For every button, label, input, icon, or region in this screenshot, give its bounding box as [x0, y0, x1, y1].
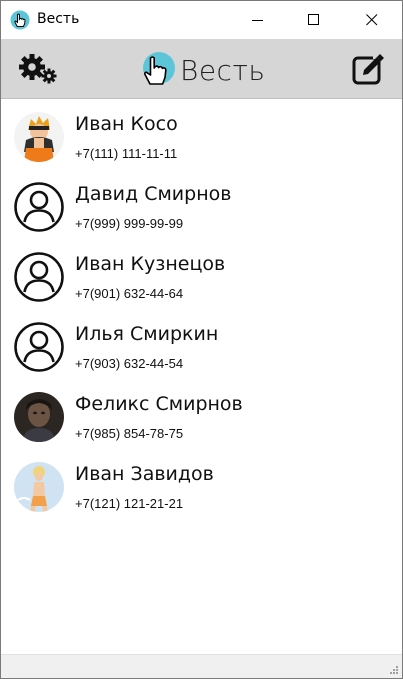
photo-ninja-avatar — [14, 112, 64, 162]
minimize-icon — [252, 20, 263, 21]
close-button[interactable] — [349, 1, 395, 39]
contact-name: Иван Косо — [75, 113, 178, 135]
photo-figure-avatar — [14, 462, 64, 512]
app-window: Весть Весть Иван Косо +7(111) 111-11-11 … — [0, 0, 403, 679]
avatar — [14, 182, 64, 232]
contact-item[interactable]: Иван Завидов +7(121) 121-21-21 — [1, 450, 402, 520]
resize-grip-icon[interactable] — [387, 663, 399, 675]
maximize-icon — [308, 14, 319, 25]
avatar — [14, 252, 64, 302]
contact-item[interactable]: Иван Косо +7(111) 111-11-11 — [1, 100, 402, 170]
default-user-icon — [14, 252, 64, 302]
title-bar: Весть — [1, 1, 402, 39]
hand-pointer-icon — [10, 10, 30, 30]
status-bar — [1, 654, 402, 678]
contact-name: Илья Смиркин — [75, 323, 219, 345]
contact-list: Иван Косо +7(111) 111-11-11 Давид Смирно… — [1, 100, 402, 654]
brand-name: Весть — [180, 54, 266, 87]
avatar — [14, 462, 64, 512]
contact-name: Иван Завидов — [75, 463, 214, 485]
window-title: Весть — [37, 11, 80, 27]
contact-phone: +7(121) 121-21-21 — [75, 496, 184, 511]
brand-logo: Весть — [141, 49, 271, 89]
contact-name: Давид Смирнов — [75, 183, 232, 205]
contact-phone: +7(111) 111-11-11 — [75, 146, 178, 161]
minimize-button[interactable] — [235, 1, 281, 39]
hand-pointer-icon — [143, 52, 175, 85]
avatar — [14, 392, 64, 442]
default-user-icon — [14, 182, 64, 232]
contact-item[interactable]: Феликс Смирнов +7(985) 854-78-75 — [1, 380, 402, 450]
contact-phone: +7(999) 999-99-99 — [75, 216, 184, 231]
contact-phone: +7(901) 632-44-64 — [75, 286, 184, 301]
contact-phone: +7(903) 632-44-54 — [75, 356, 184, 371]
contact-item[interactable]: Давид Смирнов +7(999) 999-99-99 — [1, 170, 402, 240]
avatar — [14, 322, 64, 372]
close-icon — [366, 14, 378, 26]
contact-phone: +7(985) 854-78-75 — [75, 426, 184, 441]
contact-item[interactable]: Иван Кузнецов +7(901) 632-44-64 — [1, 240, 402, 310]
gears-icon[interactable] — [18, 52, 58, 86]
toolbar: Весть — [1, 39, 402, 99]
default-user-icon — [14, 322, 64, 372]
contact-name: Иван Кузнецов — [75, 253, 226, 275]
contact-item[interactable]: Илья Смиркин +7(903) 632-44-54 — [1, 310, 402, 380]
avatar — [14, 112, 64, 162]
compose-icon[interactable] — [351, 53, 385, 87]
maximize-button[interactable] — [291, 1, 337, 39]
contact-name: Феликс Смирнов — [75, 393, 243, 415]
photo-person-avatar — [14, 392, 64, 442]
